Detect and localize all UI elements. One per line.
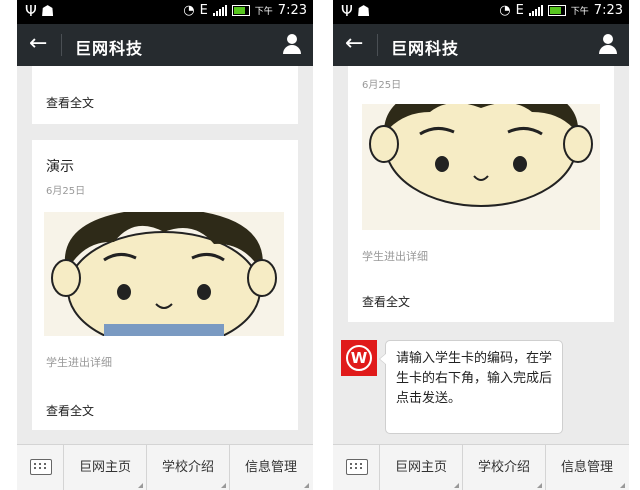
- page-title: 巨网科技: [75, 39, 144, 58]
- article-card[interactable]: 查看全文: [32, 66, 298, 124]
- keyboard-icon: [30, 459, 52, 475]
- page-title: 巨网科技: [391, 39, 460, 58]
- message-list[interactable]: 6月25日 学生进出详细 查看全文 W 请输入学生卡的编码，在学生卡的右下角，输…: [333, 66, 629, 444]
- keyboard-icon: [346, 459, 368, 475]
- article-image[interactable]: [362, 104, 600, 230]
- wifi-icon: ◔: [499, 3, 511, 18]
- title-bar: ← 巨网科技: [17, 24, 313, 66]
- chat-bubble[interactable]: 请输入学生卡的编码，在学生卡的右下角，输入完成后点击发送。: [379, 340, 563, 434]
- read-more-link[interactable]: 查看全文: [362, 293, 410, 310]
- read-more-link[interactable]: 查看全文: [46, 94, 94, 111]
- battery-icon: [547, 5, 566, 16]
- logo-letter: W: [346, 345, 372, 371]
- keyboard-toggle-button[interactable]: [333, 445, 380, 490]
- battery-icon: [231, 5, 250, 16]
- status-bar: Ψ☗ ◔ E 下午 7:23: [17, 0, 313, 24]
- bottom-menu-bar: 巨网主页 学校介绍 信息管理: [333, 444, 629, 490]
- menu-item-school-intro[interactable]: 学校介绍: [147, 445, 230, 490]
- time-ampm: 下午: [254, 7, 273, 17]
- title-bar: ← 巨网科技: [333, 24, 629, 66]
- article-image[interactable]: [44, 212, 284, 336]
- menu-item-info-management[interactable]: 信息管理: [546, 445, 628, 490]
- signal-icon: [528, 5, 543, 16]
- divider: [377, 34, 378, 56]
- bottom-menu-bar: 巨网主页 学校介绍 信息管理: [17, 444, 313, 490]
- wifi-icon: ◔: [183, 3, 195, 18]
- article-title: 演示: [46, 159, 74, 175]
- article-description: 学生进出详细: [362, 250, 428, 263]
- menu-item-school-intro[interactable]: 学校介绍: [463, 445, 546, 490]
- back-arrow-icon[interactable]: ←: [29, 32, 47, 56]
- menu-item-home[interactable]: 巨网主页: [64, 445, 147, 490]
- notification-icons: Ψ☗: [25, 2, 58, 20]
- article-date: 6月25日: [46, 186, 86, 197]
- article-card[interactable]: 6月25日 学生进出详细 查看全文: [348, 66, 614, 322]
- phone-screen-left: Ψ☗ ◔ E 下午 7:23 ← 巨网科技 查看全文 演示 6月25日 学生进出…: [17, 0, 313, 490]
- user-icon[interactable]: [599, 34, 617, 54]
- android-icon: ☗: [356, 2, 375, 20]
- clock: 7:23: [277, 3, 307, 18]
- android-icon: ☗: [40, 2, 59, 20]
- official-account-avatar[interactable]: W: [341, 340, 377, 376]
- status-bar: Ψ☗ ◔ E 下午 7:23: [333, 0, 629, 24]
- article-card[interactable]: 演示 6月25日 学生进出详细 查看全文: [32, 140, 298, 430]
- usb-icon: Ψ: [25, 2, 41, 20]
- network-type: E: [199, 3, 208, 18]
- article-description: 学生进出详细: [46, 356, 112, 369]
- divider: [61, 34, 62, 56]
- read-more-link[interactable]: 查看全文: [46, 402, 94, 419]
- notification-icons: Ψ☗: [341, 2, 374, 20]
- system-icons: ◔ E 下午 7:23: [499, 3, 623, 18]
- user-icon[interactable]: [283, 34, 301, 54]
- article-date: 6月25日: [362, 80, 402, 91]
- back-arrow-icon[interactable]: ←: [345, 32, 363, 56]
- menu-item-info-management[interactable]: 信息管理: [230, 445, 312, 490]
- usb-icon: Ψ: [341, 2, 357, 20]
- menu-item-home[interactable]: 巨网主页: [380, 445, 463, 490]
- clock: 7:23: [593, 3, 623, 18]
- network-type: E: [515, 3, 524, 18]
- phone-screen-right: Ψ☗ ◔ E 下午 7:23 ← 巨网科技 6月25日 学生进出详细 查看全文 …: [333, 0, 629, 490]
- signal-icon: [212, 5, 227, 16]
- message-text: 请输入学生卡的编码，在学生卡的右下角，输入完成后点击发送。: [396, 351, 553, 406]
- keyboard-toggle-button[interactable]: [17, 445, 64, 490]
- system-icons: ◔ E 下午 7:23: [183, 3, 307, 18]
- message-list[interactable]: 查看全文 演示 6月25日 学生进出详细 查看全文: [17, 66, 313, 444]
- time-ampm: 下午: [570, 7, 589, 17]
